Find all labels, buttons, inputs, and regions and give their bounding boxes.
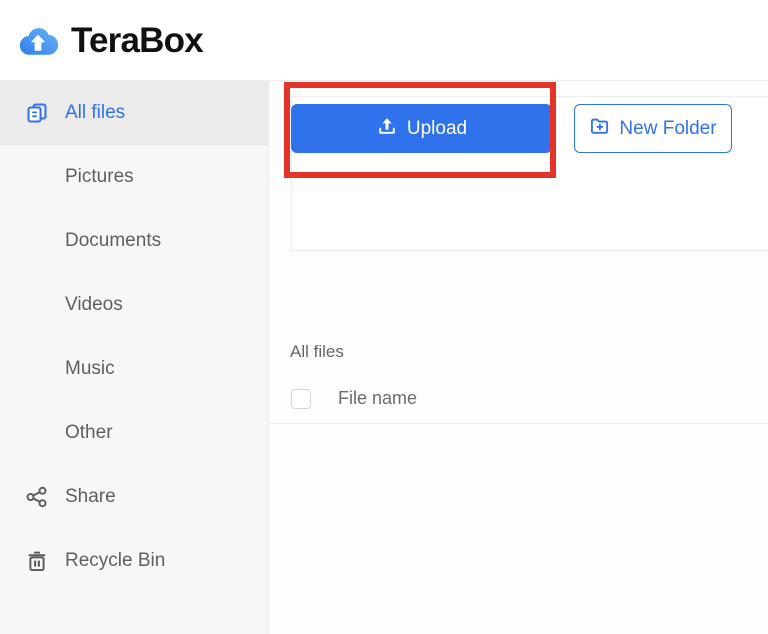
sidebar-item-other[interactable]: Other [0,401,268,465]
share-nodes-icon [24,484,50,510]
sidebar-item-label: Videos [65,294,123,316]
upload-arrow-icon [376,115,398,143]
sidebar-item-music[interactable]: Music [0,337,268,401]
sidebar: All files Pictures Documents Videos Musi… [0,81,269,634]
sidebar-item-label: Share [65,486,116,508]
new-folder-button-label: New Folder [619,118,716,140]
main-content: Upload New Folder All files File name [269,81,768,634]
file-table-header: File name [269,374,768,424]
sidebar-item-pictures[interactable]: Pictures [0,145,268,209]
sidebar-item-label: Recycle Bin [65,550,165,572]
column-header-file-name[interactable]: File name [338,388,417,409]
trash-bin-icon [24,548,50,574]
new-folder-button[interactable]: New Folder [574,104,732,153]
folder-plus-icon [589,115,611,143]
app-header: TeraBox [0,0,768,81]
sidebar-item-label: Documents [65,230,161,252]
terabox-app-window: TeraBox All files Pictures Documents Vid… [0,0,768,634]
select-all-checkbox[interactable] [291,389,311,409]
upload-button-label: Upload [407,118,467,140]
sidebar-item-label: Other [65,422,113,444]
sidebar-item-videos[interactable]: Videos [0,273,268,337]
sidebar-item-all-files[interactable]: All files [0,81,268,145]
sidebar-item-share[interactable]: Share [0,465,268,529]
upload-button[interactable]: Upload [291,104,552,153]
sidebar-item-label: Music [65,358,115,380]
sidebar-item-documents[interactable]: Documents [0,209,268,273]
brand-name: TeraBox [71,23,203,58]
sidebar-item-label: Pictures [65,166,134,188]
files-stack-icon [24,100,50,126]
toolbar-button-row: Upload New Folder [291,104,732,153]
sidebar-item-recycle-bin[interactable]: Recycle Bin [0,529,268,593]
breadcrumb[interactable]: All files [290,342,344,362]
cloud-upload-logo-icon [16,19,60,63]
sidebar-item-label: All files [65,102,125,124]
